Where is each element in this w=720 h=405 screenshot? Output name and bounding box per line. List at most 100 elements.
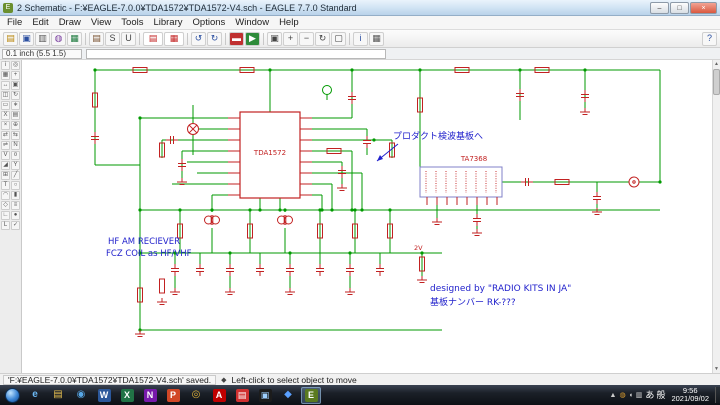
note-product-detector[interactable]: プロダクト検波基板へ xyxy=(393,130,483,142)
sheet-preview-button[interactable]: ▤ xyxy=(143,31,163,46)
taskbar-powerpoint[interactable]: P xyxy=(163,387,183,404)
probe-marker[interactable] xyxy=(322,85,332,101)
tool-bus[interactable]: ≡ xyxy=(11,201,20,210)
tool-polygon[interactable]: ◇ xyxy=(1,201,10,210)
tool-delete[interactable]: × xyxy=(1,121,10,130)
start-button[interactable] xyxy=(5,387,20,403)
switch-to-board-button[interactable]: ▦ xyxy=(67,31,82,46)
taskbar-onenote[interactable]: N xyxy=(140,387,160,404)
taskbar-clock[interactable]: 9:56 2021/09/02 xyxy=(671,387,709,403)
tool-erc[interactable]: ✓ xyxy=(11,221,20,230)
taskbar-excel[interactable]: X xyxy=(117,387,137,404)
tool-split[interactable]: Y xyxy=(11,161,20,170)
tool-miter[interactable]: ◢ xyxy=(1,161,10,170)
tool-cut[interactable]: X xyxy=(1,111,10,120)
zoom-fit-button[interactable]: ▣ xyxy=(267,31,282,46)
tool-mirror[interactable]: ◫ xyxy=(1,91,10,100)
ic-tda1572[interactable]: TDA1572 xyxy=(228,111,312,199)
scroll-up-arrow[interactable]: ▲ xyxy=(713,60,720,68)
close-button[interactable]: × xyxy=(690,1,717,14)
menu-help[interactable]: Help xyxy=(274,17,304,28)
scrollbar-thumb[interactable] xyxy=(713,69,720,95)
zoom-in-button[interactable]: + xyxy=(283,31,298,46)
note-receiver-line2[interactable]: FCZ COIL as HF/VHF xyxy=(106,249,192,259)
library-button[interactable]: ▤ xyxy=(89,31,104,46)
taskbar-explorer[interactable]: ▤ xyxy=(48,387,68,404)
menu-options[interactable]: Options xyxy=(188,17,231,28)
menu-view[interactable]: View xyxy=(86,17,116,28)
component-symbols[interactable] xyxy=(90,67,640,337)
menu-window[interactable]: Window xyxy=(230,17,274,28)
open-button[interactable]: ▤ xyxy=(3,31,18,46)
tool-smash[interactable]: ¤ xyxy=(11,151,20,160)
tool-info[interactable]: i xyxy=(1,61,10,70)
print-button[interactable]: ▥ xyxy=(35,31,50,46)
tray-volume[interactable]: ◖ xyxy=(629,392,633,399)
menu-draw[interactable]: Draw xyxy=(54,17,86,28)
taskbar-chrome[interactable]: ◎ xyxy=(186,387,206,404)
taskbar-mediaplayer[interactable]: ◉ xyxy=(71,387,91,404)
taskbar-pdf[interactable]: ▤ xyxy=(232,387,252,404)
tool-copy[interactable]: ▣ xyxy=(11,81,20,90)
tool-replace[interactable]: ⇆ xyxy=(11,131,20,140)
tool-text[interactable]: T xyxy=(1,181,10,190)
menu-library[interactable]: Library xyxy=(148,17,187,28)
ic-label-tda1572[interactable]: TDA1572 xyxy=(253,149,286,157)
tray-update[interactable]: ◍ xyxy=(619,392,625,399)
tool-paste[interactable]: ▤ xyxy=(11,111,20,120)
note-design-line2[interactable]: 基板ナンバー RK-??? xyxy=(430,296,516,308)
tool-net[interactable]: ∟ xyxy=(1,211,10,220)
menu-file[interactable]: File xyxy=(2,17,27,28)
show-desktop-button[interactable] xyxy=(715,387,720,403)
voltage-label[interactable]: 2V xyxy=(414,244,423,252)
taskbar-app-dark[interactable]: ▣ xyxy=(255,387,275,404)
menu-tools[interactable]: Tools xyxy=(116,17,148,28)
taskbar-ie[interactable]: e xyxy=(25,387,45,404)
tray-expand[interactable]: ▲ xyxy=(610,392,617,399)
command-line-input[interactable] xyxy=(86,48,386,59)
tool-rect[interactable]: ▮ xyxy=(11,191,20,200)
zoom-redraw-button[interactable]: ↻ xyxy=(315,31,330,46)
tool-wire[interactable]: ╱ xyxy=(11,171,20,180)
help-button[interactable]: ? xyxy=(702,31,717,46)
tool-rotate[interactable]: ↻ xyxy=(11,91,20,100)
tool-name[interactable]: N xyxy=(11,141,20,150)
tool-pinswap[interactable]: ⇄ xyxy=(1,131,10,140)
stop-button[interactable]: ▬ xyxy=(229,31,244,46)
tool-value[interactable]: V xyxy=(1,151,10,160)
redo-button[interactable]: ↻ xyxy=(207,31,222,46)
tool-label[interactable]: L xyxy=(1,221,10,230)
script-button[interactable]: S xyxy=(105,31,120,46)
taskbar-acrobat[interactable]: A xyxy=(209,387,229,404)
note-design-line1[interactable]: designed by "RADIO KITS IN JA" xyxy=(430,284,571,294)
zoom-out-button[interactable]: − xyxy=(299,31,314,46)
ic-label-ta7368[interactable]: TA7368 xyxy=(460,155,487,163)
display-layers-button[interactable]: ▦ xyxy=(369,31,384,46)
maximize-button[interactable]: □ xyxy=(670,1,689,14)
schematic-canvas[interactable]: TDA1572 TA7368 2V プロダクト検波基板へ HF AM RECIE… xyxy=(22,60,712,373)
scroll-down-arrow[interactable]: ▼ xyxy=(713,365,720,373)
schematic-drawing[interactable]: TDA1572 TA7368 2V プロダクト検波基板へ HF AM RECIE… xyxy=(22,60,712,373)
save-button[interactable]: ▣ xyxy=(19,31,34,46)
tool-arc[interactable]: ◠ xyxy=(1,191,10,200)
tool-group[interactable]: ▭ xyxy=(1,101,10,110)
go-button[interactable]: ▶ xyxy=(245,31,260,46)
tool-move[interactable]: ↔ xyxy=(1,81,10,90)
tool-change[interactable]: ∗ xyxy=(11,101,20,110)
window-icon[interactable]: E xyxy=(3,2,13,13)
tool-invoke[interactable]: ⊞ xyxy=(1,171,10,180)
note-receiver-line1[interactable]: HF AM RECIEVER xyxy=(108,237,180,247)
vertical-scrollbar[interactable]: ▲ ▼ xyxy=(712,60,720,373)
tray-ime-kana[interactable]: あ xyxy=(645,390,654,400)
tool-gateswap[interactable]: ⇌ xyxy=(1,141,10,150)
run-ulp-button[interactable]: U xyxy=(121,31,136,46)
net-wires[interactable] xyxy=(94,69,661,331)
tool-show[interactable]: ◎ xyxy=(11,61,20,70)
taskbar-word[interactable]: W xyxy=(94,387,114,404)
tool-mark[interactable]: + xyxy=(11,71,20,80)
info-button[interactable]: i xyxy=(353,31,368,46)
tray-ime-mode[interactable]: 般 xyxy=(656,390,665,400)
zoom-select-button[interactable]: ▢ xyxy=(331,31,346,46)
taskbar-eagle[interactable]: E xyxy=(301,386,321,404)
cam-processor-button[interactable]: ◍ xyxy=(51,31,66,46)
